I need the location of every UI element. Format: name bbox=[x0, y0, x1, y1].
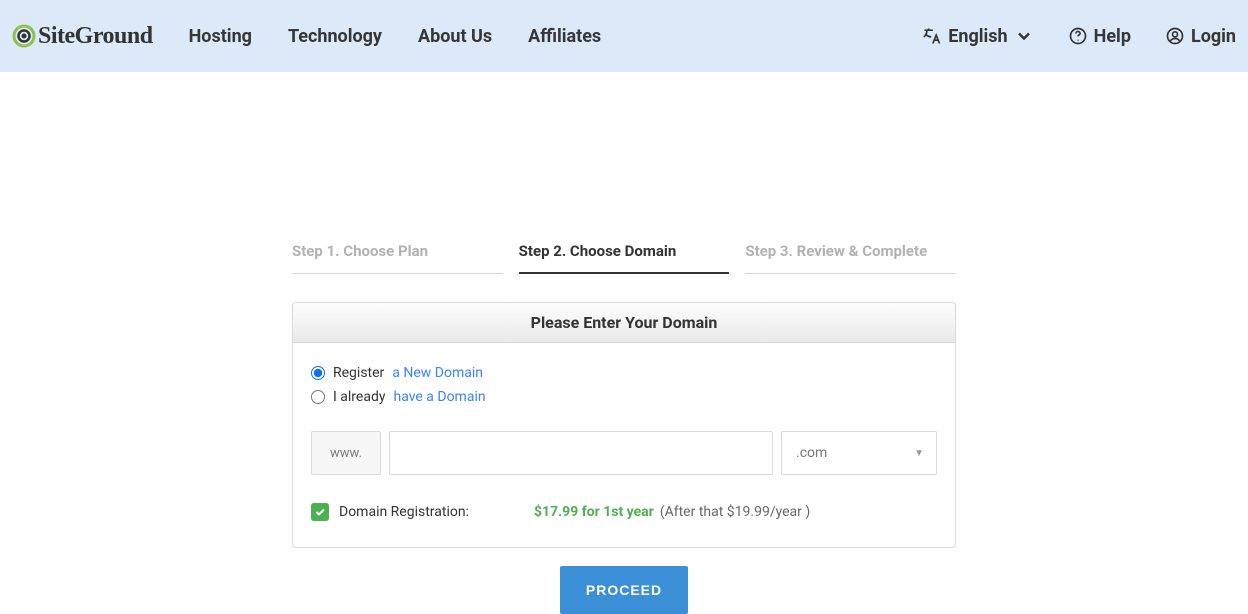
domain-registration-row: Domain Registration: $17.99 for 1st year… bbox=[311, 503, 937, 521]
help-icon bbox=[1068, 26, 1088, 46]
step-1-choose-plan[interactable]: Step 1. Choose Plan bbox=[292, 242, 503, 274]
login-link[interactable]: Login bbox=[1165, 26, 1236, 47]
tld-value: .com bbox=[796, 445, 827, 461]
card-body: Register a New Domain I already have a D… bbox=[293, 343, 955, 547]
login-label: Login bbox=[1191, 26, 1236, 47]
radio-register-pre: Register bbox=[333, 365, 384, 381]
registration-checkbox[interactable] bbox=[311, 503, 329, 521]
proceed-button[interactable]: PROCEED bbox=[560, 566, 688, 614]
radio-register-new-domain[interactable]: Register a New Domain bbox=[311, 365, 937, 381]
help-link[interactable]: Help bbox=[1068, 26, 1131, 47]
domain-input[interactable] bbox=[389, 431, 773, 475]
progress-steps: Step 1. Choose Plan Step 2. Choose Domai… bbox=[292, 242, 956, 274]
domain-input-row: www. .com ▼ bbox=[311, 431, 937, 475]
radio-register-link: a New Domain bbox=[392, 365, 483, 381]
registration-after: (After that $19.99/year ) bbox=[660, 504, 810, 520]
user-icon bbox=[1165, 26, 1185, 46]
nav-technology[interactable]: Technology bbox=[288, 26, 382, 47]
registration-price: $17.99 for 1st year bbox=[534, 504, 654, 520]
language-label: English bbox=[948, 26, 1007, 47]
step-3-review-complete[interactable]: Step 3. Review & Complete bbox=[745, 242, 956, 274]
nav-about-us[interactable]: About Us bbox=[418, 26, 492, 47]
radio-have-domain[interactable]: I already have a Domain bbox=[311, 389, 937, 405]
language-switcher[interactable]: English bbox=[922, 26, 1033, 47]
registration-label: Domain Registration: bbox=[339, 504, 534, 520]
translate-icon bbox=[922, 26, 942, 46]
header-right: English Help Login bbox=[922, 26, 1236, 47]
brand-logo[interactable]: SiteGround bbox=[12, 23, 153, 50]
nav-hosting[interactable]: Hosting bbox=[189, 26, 252, 47]
proceed-wrap: PROCEED bbox=[292, 566, 956, 614]
radio-have-input[interactable] bbox=[311, 390, 325, 404]
www-prefix: www. bbox=[311, 431, 381, 475]
tld-select[interactable]: .com ▼ bbox=[781, 431, 937, 475]
step-2-choose-domain[interactable]: Step 2. Choose Domain bbox=[519, 242, 730, 274]
card-title: Please Enter Your Domain bbox=[293, 303, 955, 343]
domain-card: Please Enter Your Domain Register a New … bbox=[292, 302, 956, 548]
logo-icon bbox=[12, 24, 36, 48]
check-icon bbox=[314, 506, 326, 518]
radio-have-link: have a Domain bbox=[393, 389, 485, 405]
radio-register-input[interactable] bbox=[311, 366, 325, 380]
radio-have-pre: I already bbox=[333, 389, 385, 405]
header: SiteGround Hosting Technology About Us A… bbox=[0, 0, 1248, 72]
main-content: Step 1. Choose Plan Step 2. Choose Domai… bbox=[292, 242, 956, 614]
main-nav: Hosting Technology About Us Affiliates bbox=[189, 26, 602, 47]
caret-down-icon: ▼ bbox=[914, 448, 924, 459]
help-label: Help bbox=[1094, 26, 1131, 47]
nav-affiliates[interactable]: Affiliates bbox=[528, 26, 601, 47]
brand-text: SiteGround bbox=[38, 23, 153, 50]
chevron-down-icon bbox=[1014, 26, 1034, 46]
